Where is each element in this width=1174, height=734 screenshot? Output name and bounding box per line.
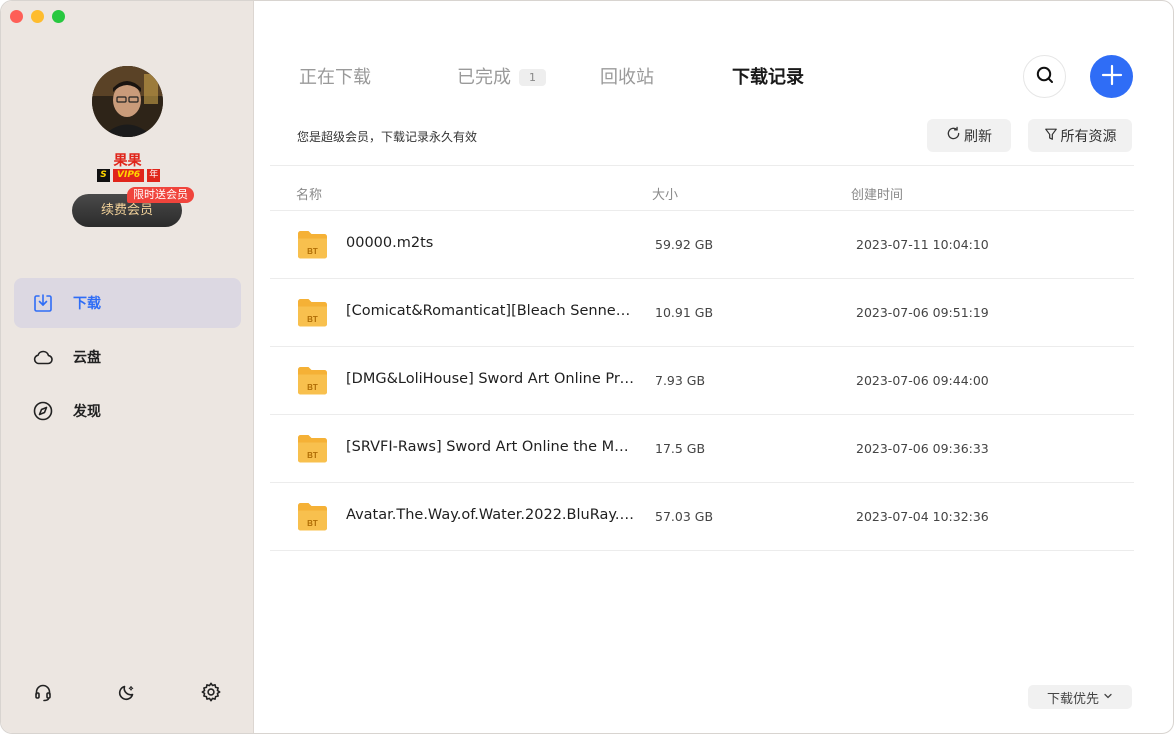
search-icon (1035, 65, 1055, 89)
minimize-window-button[interactable] (31, 10, 44, 23)
divider (270, 165, 1134, 166)
refresh-label: 刷新 (964, 128, 992, 145)
membership-notice: 您是超级会员，下载记录永久有效 (297, 130, 478, 144)
file-name: 00000.m2ts (346, 235, 434, 251)
sidebar-nav: 下载 云盘 发现 (14, 278, 241, 440)
column-header-created[interactable]: 创建时间 (851, 184, 903, 203)
sidebar-item-cloud[interactable]: 云盘 (14, 332, 241, 382)
file-created-time: 2023-07-06 09:36:33 (856, 441, 989, 456)
moon-icon[interactable] (114, 679, 140, 705)
file-list: BT 00000.m2ts 59.92 GB 2023-07-11 10:04:10 B… (270, 211, 1134, 551)
search-button[interactable] (1023, 55, 1066, 98)
main-panel: 正在下载 已完成 1 回收站 下载记录 您是超级会员，下载记录永久有效 刷新 所… (254, 1, 1173, 733)
app-window: 果果 S VIP6 年 续费会员 限时送会员 下载 云盘 发现 正在下载 已完成… (0, 0, 1174, 734)
filter-label: 所有资源 (1060, 128, 1117, 145)
promo-tag: 限时送会员 (127, 187, 194, 203)
svg-text:BT: BT (307, 247, 318, 256)
completed-count-badge: 1 (519, 69, 546, 86)
file-created-time: 2023-07-06 09:44:00 (856, 373, 989, 388)
headset-icon[interactable] (30, 679, 56, 705)
avatar[interactable] (92, 66, 163, 137)
sidebar-item-download[interactable]: 下载 (14, 278, 241, 328)
column-header-size[interactable]: 大小 (652, 184, 678, 203)
file-name: [Comicat&Romanticat][Bleach Sennen Kesse… (346, 303, 636, 319)
tab-recycle-bin[interactable]: 回收站 (600, 63, 654, 89)
download-icon (32, 292, 54, 314)
vip-level: VIP6 (113, 169, 145, 182)
table-row[interactable]: BT [SRVFI-Raws] Sword Art Online the Movi… (270, 415, 1134, 483)
tab-label: 下载记录 (732, 67, 804, 88)
tab-label: 已完成 (457, 67, 511, 88)
svg-text:BT: BT (307, 383, 318, 392)
vip-year-mark: 年 (147, 169, 161, 182)
add-task-button[interactable] (1090, 55, 1133, 98)
file-size: 10.91 GB (655, 305, 714, 320)
file-name: Avatar.The.Way.of.Water.2022.BluRay.1080… (346, 507, 636, 523)
sidebar-item-label: 下载 (73, 296, 101, 312)
bt-folder-icon: BT (297, 297, 328, 327)
file-size: 7.93 GB (655, 373, 706, 388)
file-size: 17.5 GB (655, 441, 706, 456)
bt-folder-icon: BT (297, 229, 328, 259)
sidebar-item-label: 发现 (73, 404, 101, 420)
svg-text:BT: BT (307, 315, 318, 324)
file-name: [DMG&LoliHouse] Sword Art Online Progres… (346, 371, 636, 387)
file-name: [SRVFI-Raws] Sword Art Online the Movie (346, 439, 636, 455)
file-size: 59.92 GB (655, 237, 714, 252)
resource-filter-button[interactable]: 所有资源 (1028, 119, 1132, 152)
cloud-icon (32, 346, 54, 368)
tab-bar: 正在下载 已完成 1 回收站 下载记录 (254, 63, 854, 93)
bt-folder-icon: BT (297, 365, 328, 395)
column-header-name[interactable]: 名称 (296, 184, 322, 203)
gear-icon[interactable] (198, 679, 224, 705)
download-priority-dropdown[interactable]: 下载优先 (1028, 685, 1132, 709)
file-created-time: 2023-07-04 10:32:36 (856, 509, 989, 524)
tab-completed[interactable]: 已完成 1 (457, 63, 546, 89)
file-created-time: 2023-07-06 09:51:19 (856, 305, 989, 320)
tab-download-history[interactable]: 下载记录 (732, 63, 804, 89)
window-controls (10, 10, 65, 23)
close-window-button[interactable] (10, 10, 23, 23)
table-row[interactable]: BT 00000.m2ts 59.92 GB 2023-07-11 10:04:10 (270, 211, 1134, 279)
sidebar-item-discover[interactable]: 发现 (14, 386, 241, 436)
table-row[interactable]: BT [Comicat&Romanticat][Bleach Sennen Kes… (270, 279, 1134, 347)
file-created-time: 2023-07-11 10:04:10 (856, 237, 989, 252)
sidebar: 果果 S VIP6 年 续费会员 限时送会员 下载 云盘 发现 (1, 1, 254, 733)
bt-folder-icon: BT (297, 501, 328, 531)
vip-badge: S VIP6 年 (97, 169, 161, 182)
tab-label: 正在下载 (299, 67, 371, 88)
bt-folder-icon: BT (297, 433, 328, 463)
table-row[interactable]: BT [DMG&LoliHouse] Sword Art Online Progr… (270, 347, 1134, 415)
username: 果果 (113, 153, 142, 169)
refresh-icon (946, 126, 961, 145)
tab-downloading[interactable]: 正在下载 (299, 63, 371, 89)
svg-text:BT: BT (307, 519, 318, 528)
sidebar-item-label: 云盘 (73, 350, 101, 366)
compass-icon (32, 400, 54, 422)
refresh-button[interactable]: 刷新 (927, 119, 1011, 152)
vip-super-mark: S (97, 169, 110, 182)
svg-text:BT: BT (307, 451, 318, 460)
plus-icon (1101, 64, 1123, 90)
tab-label: 回收站 (600, 67, 654, 88)
table-row[interactable]: BT Avatar.The.Way.of.Water.2022.BluRay.10… (270, 483, 1134, 551)
priority-label: 下载优先 (1046, 691, 1099, 707)
filter-icon (1044, 127, 1058, 145)
file-size: 57.03 GB (655, 509, 714, 524)
chevron-down-icon (1103, 690, 1113, 705)
zoom-window-button[interactable] (52, 10, 65, 23)
